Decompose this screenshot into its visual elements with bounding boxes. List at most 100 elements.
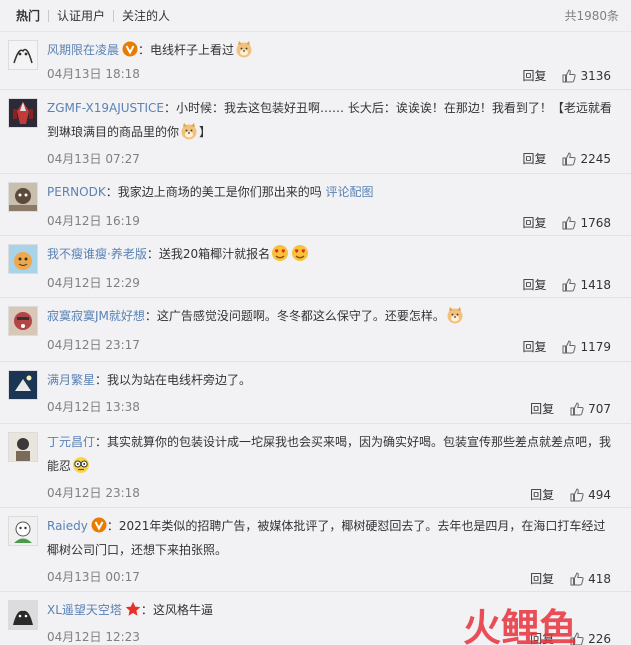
avatar[interactable] bbox=[8, 306, 38, 336]
reply-button[interactable]: 回复 bbox=[522, 338, 546, 355]
comment-username[interactable]: 满月繁星 bbox=[47, 373, 95, 387]
comment-timestamp: 04月12日 13:38 bbox=[47, 400, 140, 414]
like-count: 1179 bbox=[580, 339, 611, 354]
like-button[interactable]: 1179 bbox=[562, 340, 611, 354]
comment-username[interactable]: PERNODK bbox=[47, 185, 106, 199]
comment-actions: 回复 3136 bbox=[522, 67, 611, 84]
reply-button[interactable]: 回复 bbox=[522, 67, 546, 84]
comment-timestamp: 04月12日 23:18 bbox=[47, 486, 140, 500]
doge-emoji-icon bbox=[447, 307, 463, 324]
tab-following[interactable]: 关注的人 bbox=[114, 7, 178, 24]
thumbs-up-icon bbox=[570, 571, 584, 585]
heart-eyes-emoji-icon bbox=[292, 245, 309, 261]
comment-timestamp: 04月12日 16:19 bbox=[47, 214, 140, 228]
thumbs-up-icon bbox=[570, 401, 584, 415]
comment-username[interactable]: 寂寞寂寞JM就好想 bbox=[47, 309, 145, 323]
comment-username[interactable]: ZGMF-X19AJUSTICE bbox=[47, 101, 164, 115]
comment-text: 满月繁星：我以为站在电线杆旁边了。 bbox=[47, 373, 252, 387]
comment-item: 满月繁星：我以为站在电线杆旁边了。 04月12日 13:38 回复 707 bbox=[0, 362, 631, 424]
comment-username[interactable]: Raiedy bbox=[47, 519, 88, 533]
comment-timestamp: 04月13日 18:18 bbox=[47, 67, 140, 81]
verified-badge-icon bbox=[91, 517, 107, 533]
comments-page: 热门 认证用户 关注的人 共1980条 风期限在凌晨 ：电线杆子上看过 04月13… bbox=[0, 0, 631, 645]
comment-timestamp: 04月13日 07:27 bbox=[47, 152, 140, 166]
like-button[interactable]: 1768 bbox=[562, 216, 611, 230]
comment-body: 送我20箱椰汁就报名 bbox=[158, 247, 271, 261]
comment-timestamp: 04月12日 12:29 bbox=[47, 276, 140, 290]
comment-body: 其实就算你的包装设计成一坨屎我也会买来喝，因为确实好喝。包装宣传那些差点就差点吧… bbox=[47, 435, 612, 473]
reply-button[interactable]: 回复 bbox=[522, 276, 546, 293]
comment-text: ZGMF-X19AJUSTICE：小时候：我去这包装好丑啊…… 长大后：诶诶诶！… bbox=[47, 101, 612, 140]
comment-text: 寂寞寂寞JM就好想：这广告感觉没问题啊。冬冬都这么保守了。还要怎样。 bbox=[47, 304, 617, 328]
thumbs-up-icon bbox=[562, 339, 577, 353]
tab-hot[interactable]: 热门 bbox=[16, 7, 48, 24]
comment-timestamp: 04月13日 00:17 bbox=[47, 570, 140, 584]
like-count: 707 bbox=[588, 401, 611, 416]
star-badge-icon bbox=[125, 601, 141, 616]
reply-button[interactable]: 回复 bbox=[522, 150, 546, 167]
comment-item: 寂寞寂寞JM就好想：这广告感觉没问题啊。冬冬都这么保守了。还要怎样。 04月12… bbox=[0, 298, 631, 362]
like-count: 1418 bbox=[580, 277, 611, 292]
avatar[interactable] bbox=[8, 432, 38, 462]
avatar[interactable] bbox=[8, 40, 38, 70]
comment-actions: 回复 1768 bbox=[522, 214, 611, 231]
comment-timestamp: 04月12日 23:17 bbox=[47, 338, 140, 352]
comment-username[interactable]: XL遥望天空塔 bbox=[47, 603, 122, 617]
like-button[interactable]: 494 bbox=[570, 488, 611, 502]
reply-button[interactable]: 回复 bbox=[530, 486, 554, 503]
comment-text: 丁元昌仃：其实就算你的包装设计成一坨屎我也会买来喝，因为确实好喝。包装宣传那些差… bbox=[47, 435, 612, 473]
comment-body: 我家边上商场的美工是你们那出来的吗 bbox=[117, 185, 322, 199]
avatar[interactable] bbox=[8, 370, 38, 400]
comment-body-tail: 】 bbox=[199, 125, 212, 139]
reply-button[interactable]: 回复 bbox=[530, 400, 554, 417]
like-button[interactable]: 1418 bbox=[562, 278, 611, 292]
comment-image-link[interactable]: 评论配图 bbox=[326, 185, 374, 199]
comment-username[interactable]: 我不瘦谁瘦·养老版 bbox=[47, 247, 147, 261]
like-count: 3136 bbox=[580, 68, 611, 83]
comment-body: 这广告感觉没问题啊。冬冬都这么保守了。还要怎样。 bbox=[156, 309, 445, 323]
comment-timestamp: 04月12日 12:23 bbox=[47, 630, 140, 644]
thumbs-up-icon bbox=[570, 487, 584, 501]
comment-tabs: 热门 认证用户 关注的人 共1980条 bbox=[0, 0, 631, 32]
tab-verified-users[interactable]: 认证用户 bbox=[49, 7, 113, 24]
like-button[interactable]: 3136 bbox=[562, 69, 611, 83]
comment-item: 我不瘦谁瘦·养老版：送我20箱椰汁就报名 04月12日 12:29 回复 141… bbox=[0, 236, 631, 298]
avatar[interactable] bbox=[8, 600, 38, 630]
comment-item: 风期限在凌晨 ：电线杆子上看过 04月13日 18:18 回复 3136 bbox=[0, 32, 631, 90]
verified-badge-icon bbox=[122, 41, 138, 57]
avatar[interactable] bbox=[8, 182, 38, 212]
comment-text: PERNODK：我家边上商场的美工是你们那出来的吗 评论配图 bbox=[47, 185, 374, 199]
like-button[interactable]: 2245 bbox=[562, 152, 611, 166]
heart-eyes-emoji-icon bbox=[272, 245, 289, 261]
like-button[interactable]: 418 bbox=[570, 572, 611, 586]
comment-total-count: 共1980条 bbox=[564, 9, 619, 23]
thumbs-up-icon bbox=[562, 151, 577, 165]
comment-actions: 回复 418 bbox=[530, 570, 611, 587]
doge-emoji-icon bbox=[181, 123, 197, 140]
comment-username[interactable]: 丁元昌仃 bbox=[47, 435, 95, 449]
avatar[interactable] bbox=[8, 244, 38, 274]
comment-actions: 回复 1418 bbox=[522, 276, 611, 293]
avatar[interactable] bbox=[8, 516, 38, 546]
comment-actions: 回复 494 bbox=[530, 486, 611, 503]
comment-actions: 回复 1179 bbox=[522, 338, 611, 355]
comment-body: 电线杆子上看过 bbox=[150, 43, 235, 57]
reply-button[interactable]: 回复 bbox=[530, 570, 554, 587]
comment-item: 丁元昌仃：其实就算你的包装设计成一坨屎我也会买来喝，因为确实好喝。包装宣传那些差… bbox=[0, 424, 631, 508]
comment-text: 风期限在凌晨 ：电线杆子上看过 bbox=[47, 38, 617, 62]
avatar[interactable] bbox=[8, 98, 38, 128]
thumbs-up-icon bbox=[562, 68, 577, 82]
watermark-text: 火鲤鱼 bbox=[463, 606, 577, 645]
like-count: 2245 bbox=[580, 151, 611, 166]
comment-item: Raiedy ：2021年类似的招聘广告，被媒体批评了，椰树硬怼回去了。去年也是四… bbox=[0, 508, 631, 592]
comment-username[interactable]: 风期限在凌晨 bbox=[47, 43, 119, 57]
comment-body: 我以为站在电线杆旁边了。 bbox=[107, 373, 252, 387]
like-button[interactable]: 707 bbox=[570, 402, 611, 416]
thumbs-up-icon bbox=[562, 277, 577, 291]
like-count: 418 bbox=[588, 571, 611, 586]
comment-body: 这风格牛逼 bbox=[152, 603, 213, 617]
comment-item: PERNODK：我家边上商场的美工是你们那出来的吗 评论配图 04月12日 16… bbox=[0, 174, 631, 236]
reply-button[interactable]: 回复 bbox=[522, 214, 546, 231]
comment-body: 2021年类似的招聘广告，被媒体批评了，椰树硬怼回去了。去年也是四月，在海口打车… bbox=[47, 519, 606, 557]
like-count: 494 bbox=[588, 487, 611, 502]
